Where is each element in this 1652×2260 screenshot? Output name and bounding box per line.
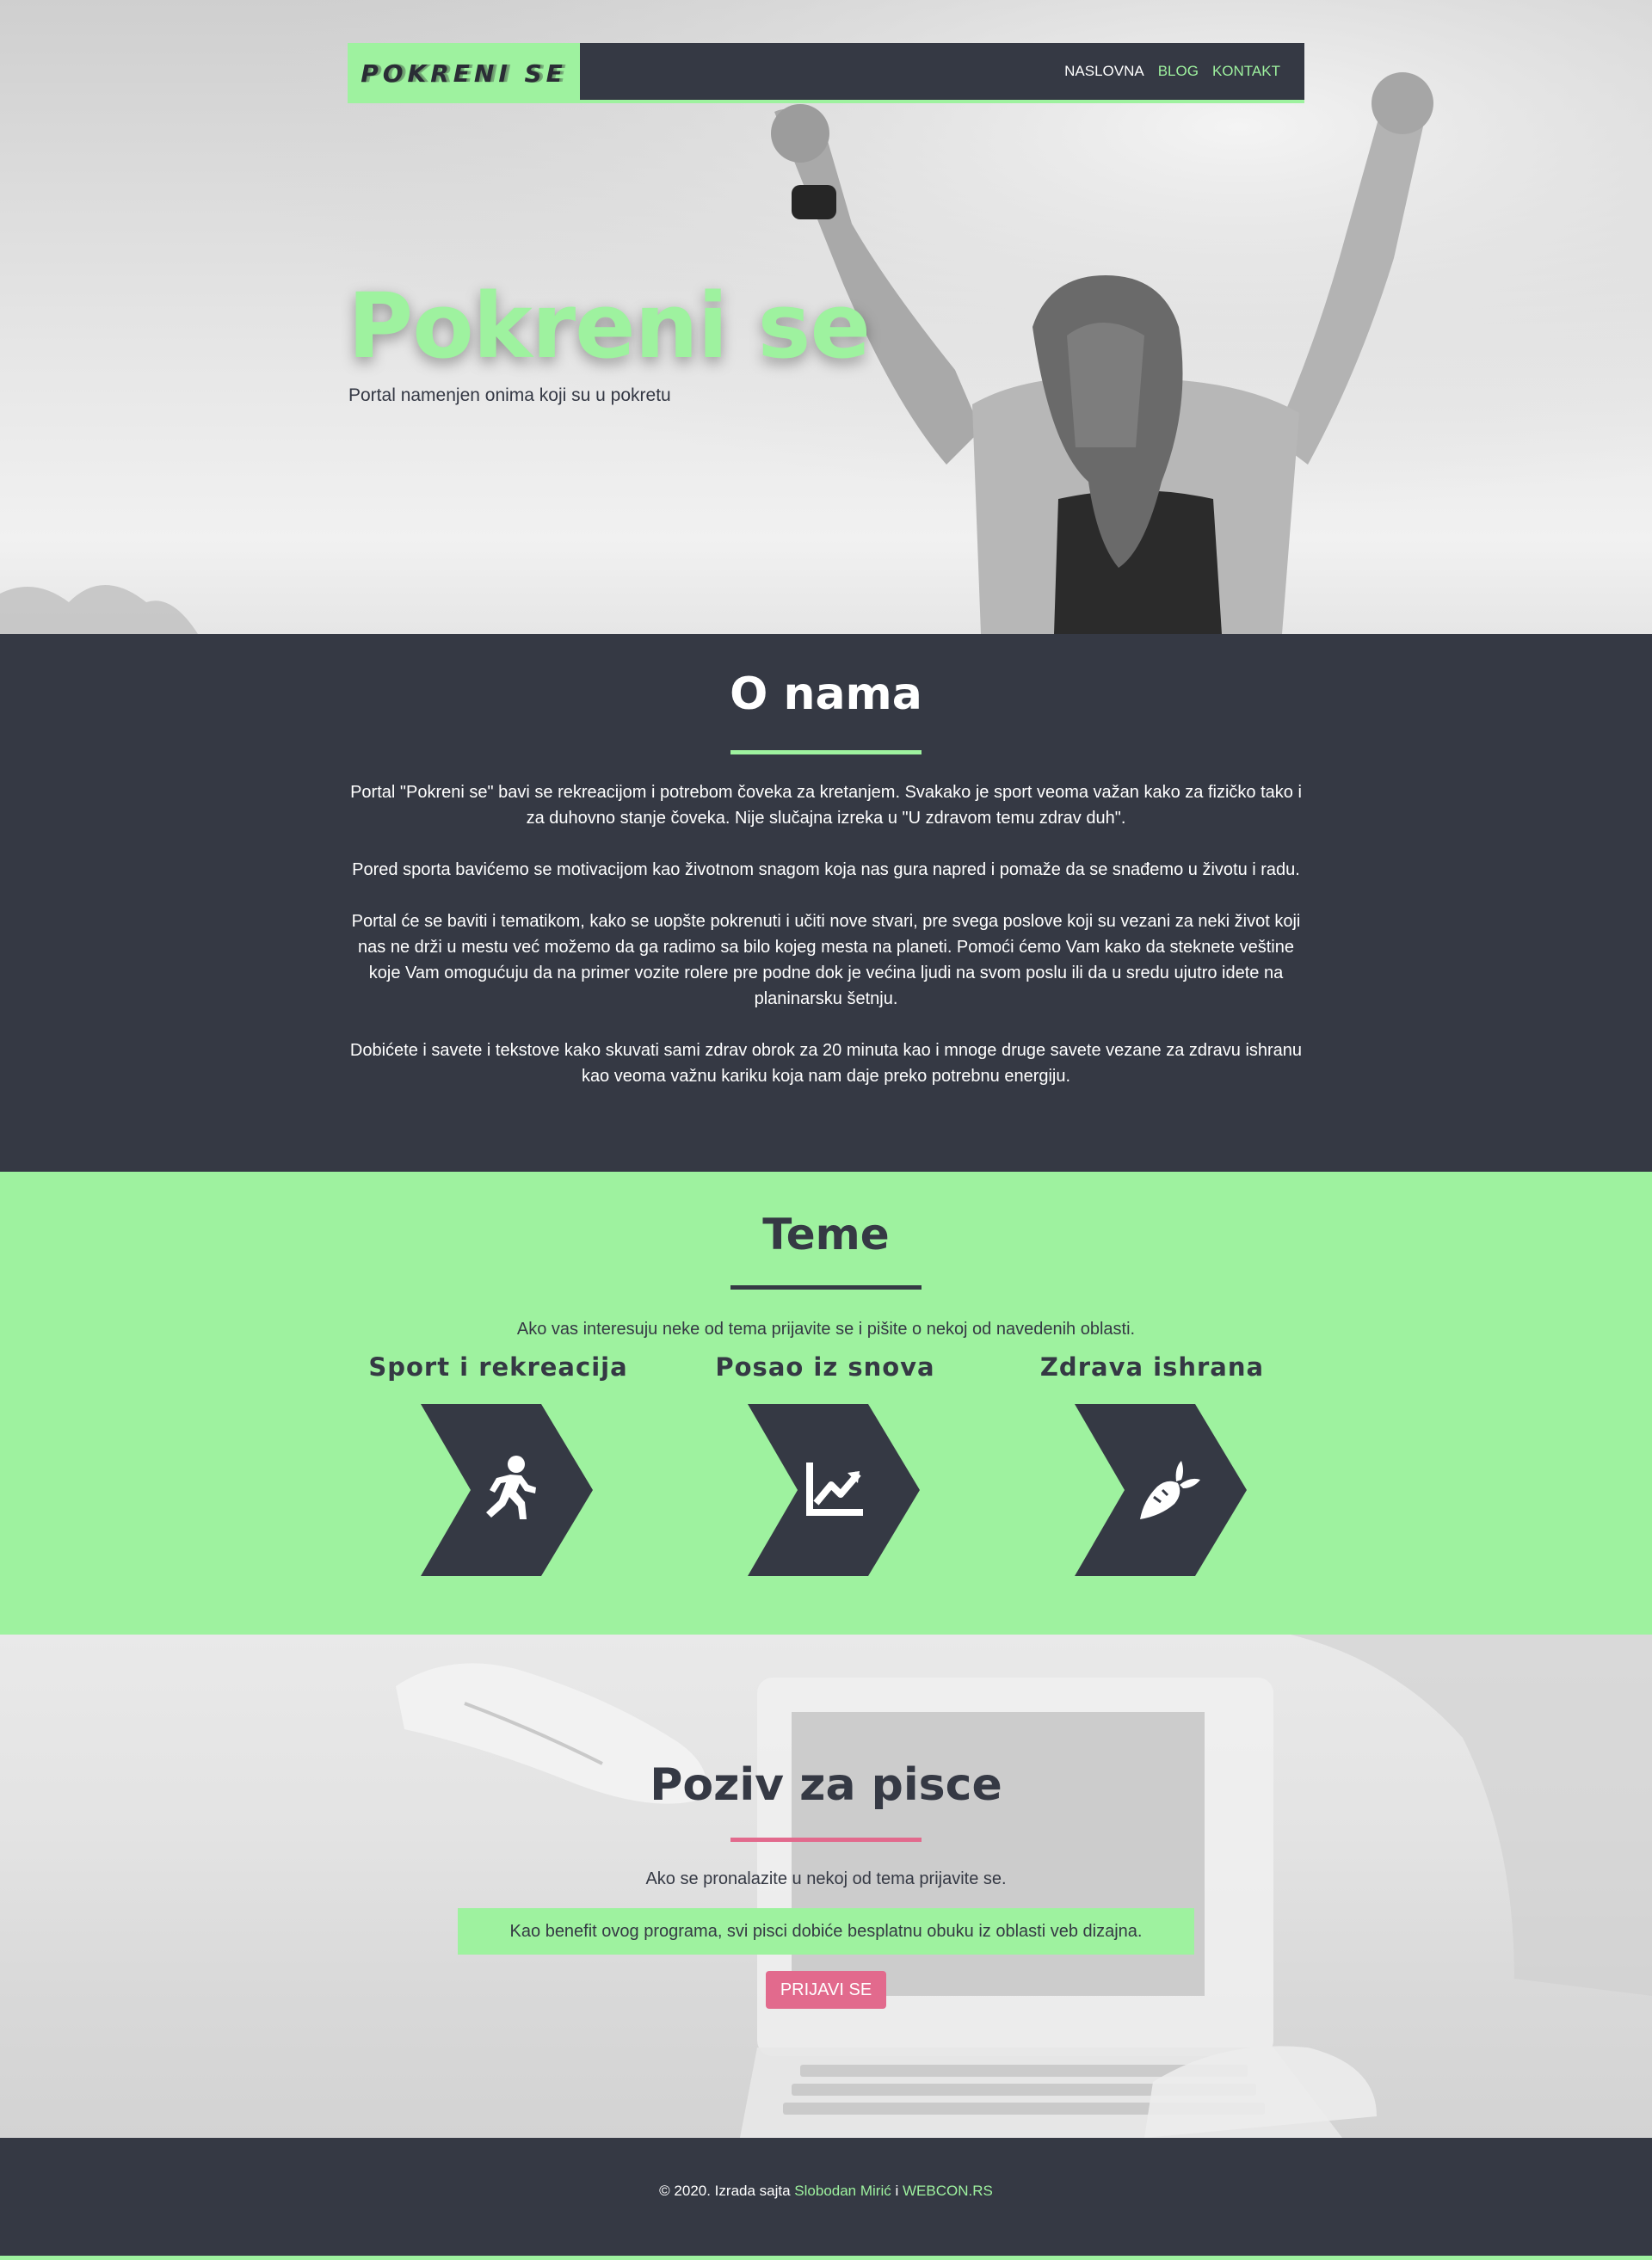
theme-title: Zdrava ishrana [1039, 1352, 1265, 1382]
about-paragraph: Portal će se baviti i tematikom, kako se… [351, 912, 1301, 1008]
benefit-text: Kao benefit ovog programa, svi pisci dob… [509, 1921, 1143, 1941]
hero-subtitle: Portal namenjen onima koji su u pokretu [348, 385, 671, 405]
about-paragraph: Pored sporta bavićemo se motivacijom kao… [352, 860, 1300, 879]
call-divider [730, 1838, 922, 1842]
running-icon[interactable] [421, 1404, 593, 1576]
hero-section: POKRENI SE NASLOVNA BLOG KONTAKT Pokreni… [0, 0, 1652, 634]
footer-company-link[interactable]: WEBCON.RS [903, 2183, 993, 2199]
about-title: O nama [730, 668, 922, 720]
footer-prefix: © 2020. Izrada sajta [659, 2183, 795, 2199]
benefit-notice: Kao benefit ovog programa, svi pisci dob… [458, 1908, 1194, 1955]
theme-title: Posao iz snova [715, 1352, 935, 1382]
themes-intro: Ako vas interesuju neke od tema prijavit… [516, 1320, 1136, 1339]
carrot-icon[interactable] [1075, 1404, 1247, 1576]
footer: © 2020. Izrada sajta Slobodan Mirić i WE… [0, 2138, 1652, 2260]
footer-copyright: © 2020. Izrada sajta Slobodan Mirić i WE… [0, 2183, 1652, 2200]
footer-author-link[interactable]: Slobodan Mirić [794, 2183, 891, 2199]
about-paragraph: Dobićete i savete i tekstove kako skuvat… [349, 1041, 1303, 1086]
hero-title: Pokreni se [348, 274, 871, 379]
themes-section: Teme Ako vas interesuju neke od tema pri… [0, 1172, 1652, 1635]
signup-button[interactable]: PRIJAVI SE [766, 1971, 886, 2009]
themes-title: Teme [762, 1210, 890, 1259]
top-navbar: POKRENI SE NASLOVNA BLOG KONTAKT [348, 43, 1304, 103]
about-divider [730, 750, 922, 754]
theme-title: Sport i rekreacija [368, 1352, 628, 1382]
logo-text: POKRENI SE [361, 59, 567, 88]
nav-link-kontakt[interactable]: KONTAKT [1212, 63, 1280, 80]
theme-card-nutrition[interactable]: Zdrava ishrana [989, 1352, 1316, 1576]
nav-links: NASLOVNA BLOG KONTAKT [1064, 43, 1280, 100]
logo[interactable]: POKRENI SE [348, 43, 580, 103]
nav-link-blog[interactable]: BLOG [1158, 63, 1199, 80]
about-paragraph: Portal "Pokreni se" bavi se rekreacijom … [350, 783, 1302, 828]
call-for-writers-section: Poziv za pisce Ako se pronalazite u neko… [0, 1635, 1652, 2138]
about-body: Portal "Pokreni se" bavi se rekreacijom … [348, 779, 1304, 1115]
call-intro: Ako se pronalazite u nekoj od tema prija… [645, 1869, 1007, 1888]
themes-divider [730, 1285, 922, 1290]
theme-card-career[interactable]: Posao iz snova [662, 1352, 989, 1576]
nav-link-naslovna[interactable]: NASLOVNA [1064, 63, 1144, 80]
theme-card-sport[interactable]: Sport i rekreacija [335, 1352, 662, 1576]
about-section: O nama Portal "Pokreni se" bavi se rekre… [0, 634, 1652, 1172]
footer-separator: i [891, 2183, 903, 2199]
call-title: Poziv za pisce [650, 1759, 1002, 1811]
chart-line-icon[interactable] [748, 1404, 920, 1576]
